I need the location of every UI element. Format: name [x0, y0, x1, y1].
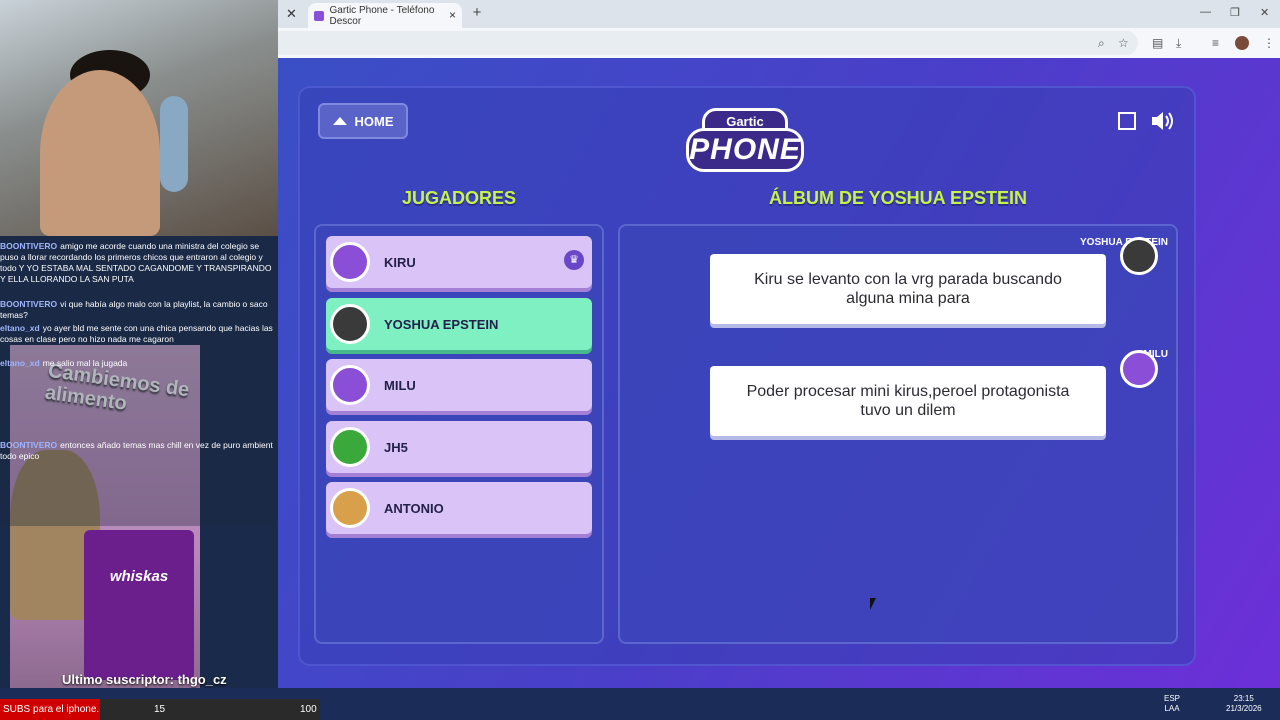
- subs-goal-ticker: SUBS para el iphone. 15 100: [0, 699, 320, 720]
- minimize-icon[interactable]: —: [1200, 6, 1211, 18]
- whiskas-pouch: [84, 530, 194, 680]
- maximize-icon[interactable]: ❐: [1230, 6, 1240, 19]
- player-avatar: [330, 488, 370, 528]
- gartic-phone-logo: Gartic PHONE: [684, 102, 806, 178]
- close-icon[interactable]: ✕: [286, 6, 297, 22]
- tab-bar: ✕ Gartic Phone - Teléfono Descor × + — ❐…: [278, 0, 1280, 28]
- player-avatar: [330, 304, 370, 344]
- player-name: YOSHUA EPSTEIN: [384, 316, 499, 332]
- player-name: KIRU: [384, 254, 416, 270]
- download-icon[interactable]: ⤓: [1176, 36, 1181, 51]
- chat-line: eltano_xd me salio mal la jugada: [0, 358, 128, 368]
- message-bubble: Poder procesar mini kirus,peroel protago…: [710, 366, 1106, 436]
- home-icon: [332, 117, 347, 125]
- crown-icon: ♛: [564, 250, 584, 270]
- pouch-label: whiskas: [109, 568, 169, 585]
- fullscreen-icon[interactable]: [1118, 112, 1136, 130]
- player-name: MILU: [384, 377, 416, 393]
- player-name: ANTONIO: [384, 500, 444, 516]
- players-heading: JUGADORES: [401, 188, 517, 208]
- clock[interactable]: 23:15 21/3/2026: [1226, 694, 1262, 714]
- ticker-text: SUBS para el iphone.: [3, 704, 100, 715]
- player-avatar: [330, 427, 370, 467]
- player-row-active[interactable]: YOSHUA EPSTEIN: [326, 298, 592, 350]
- address-bar[interactable]: [278, 31, 1138, 55]
- chat-line: BOONTIVERO amigo me acorde cuando una min…: [0, 241, 272, 284]
- ticker-goal: 100: [300, 704, 317, 715]
- author-avatar: [1120, 237, 1158, 275]
- new-tab-button[interactable]: +: [468, 4, 486, 22]
- mouse-cursor: [870, 598, 876, 610]
- chat-line: BOONTIVERO vi que había algo malo con la …: [0, 299, 268, 320]
- author-avatar: [1120, 350, 1158, 388]
- player-row[interactable]: JH5: [326, 421, 592, 473]
- window-close-icon[interactable]: ✕: [1260, 6, 1269, 19]
- album-heading: ÁLBUM DE YOSHUA EPSTEIN: [768, 188, 1028, 208]
- player-name: JH5: [384, 439, 408, 455]
- language-indicator[interactable]: ESP LAA: [1164, 694, 1180, 714]
- playlist-icon[interactable]: ≡: [1212, 36, 1219, 50]
- home-label: HOME: [354, 113, 394, 129]
- browser-toolbar: ⌕ ☆ ▤ ⤓ ≡ ⋮: [278, 28, 1280, 58]
- last-subscriber: Ultimo suscriptor: thgo_cz: [62, 672, 227, 687]
- browser-tab[interactable]: Gartic Phone - Teléfono Descor ×: [308, 3, 462, 28]
- profile-avatar-icon[interactable]: [1235, 36, 1249, 50]
- menu-icon[interactable]: ⋮: [1263, 36, 1275, 50]
- player-avatar: [330, 365, 370, 405]
- chat-line: BOONTIVERO entonces añado temas mas chill…: [0, 440, 273, 461]
- gartic-phone-game: HOME Gartic PHONE JUGADORES ÁLBUM DE YOS…: [278, 58, 1280, 688]
- player-avatar: [330, 242, 370, 282]
- message-bubble: Kiru se levanto con la vrg parada buscan…: [710, 254, 1106, 324]
- home-button[interactable]: HOME: [318, 103, 408, 139]
- translate-icon[interactable]: ▤: [1152, 36, 1163, 50]
- player-row[interactable]: ANTONIO: [326, 482, 592, 534]
- chat-line: eltano_xd yo ayer bld me sente con una ch…: [0, 323, 273, 344]
- speaker-icon[interactable]: [1150, 110, 1176, 132]
- ticker-count: 15: [154, 704, 166, 715]
- tab-close-icon[interactable]: ×: [449, 8, 456, 22]
- player-row[interactable]: KIRU ♛: [326, 236, 592, 288]
- microphone: [160, 96, 188, 192]
- webcam-feed: [0, 0, 278, 236]
- stream-chat: BOONTIVERO amigo me acorde cuando una min…: [0, 236, 278, 526]
- bookmark-star-icon[interactable]: ☆: [1118, 36, 1129, 50]
- zoom-icon[interactable]: ⌕: [1098, 36, 1105, 51]
- gartic-favicon-icon: [314, 10, 324, 21]
- tab-title: Gartic Phone - Teléfono Descor: [329, 4, 435, 27]
- logo-main-text: PHONE: [686, 128, 804, 172]
- player-row[interactable]: MILU: [326, 359, 592, 411]
- streamer: [40, 70, 160, 236]
